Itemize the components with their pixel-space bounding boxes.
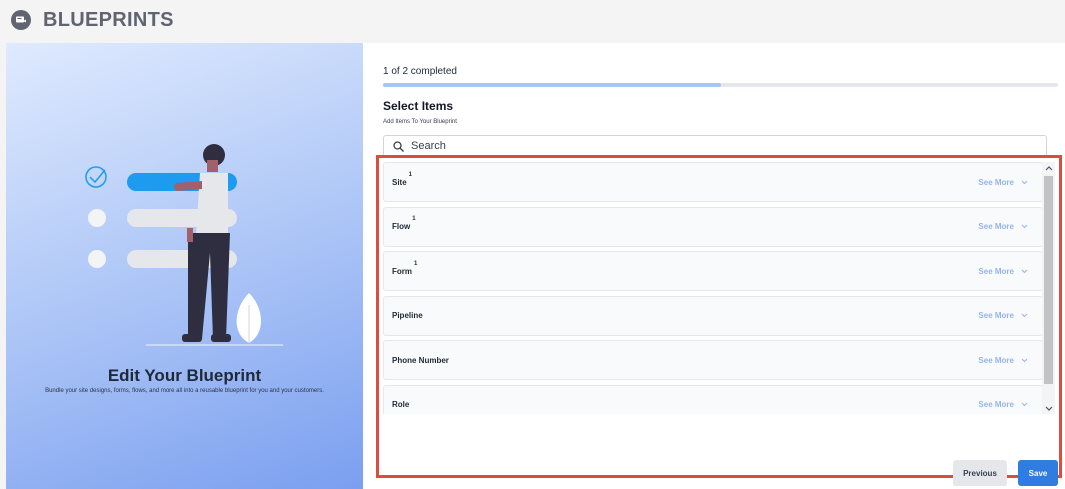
- progress-bar: [383, 83, 1058, 87]
- blueprint-logo-icon: [11, 10, 31, 30]
- person-checklist-illustration: [85, 144, 283, 346]
- selection-highlight-frame: [376, 155, 1062, 478]
- search-icon: [393, 140, 404, 152]
- progress-text: 1 of 2 completed: [383, 66, 457, 77]
- hero-title: Edit Your Blueprint: [107, 366, 262, 385]
- section-subtitle: Add Items To Your Blueprint: [383, 119, 457, 125]
- previous-button[interactable]: Previous: [953, 460, 1007, 486]
- search-box[interactable]: [383, 135, 1047, 157]
- select-items-panel: 1 of 2 completed Select Items Add Items …: [363, 43, 1065, 489]
- progress-fill: [383, 83, 721, 87]
- app-title: BLUEPRINTS: [43, 8, 174, 31]
- hero-panel: Edit Your Blueprint Bundle your site des…: [6, 43, 363, 489]
- app-header: BLUEPRINTS: [0, 0, 1065, 40]
- search-input[interactable]: [411, 140, 1011, 152]
- hero-subtitle: Bundle your site designs, forms, flows, …: [45, 388, 324, 394]
- section-title: Select Items: [383, 99, 454, 113]
- save-button[interactable]: Save: [1018, 460, 1058, 486]
